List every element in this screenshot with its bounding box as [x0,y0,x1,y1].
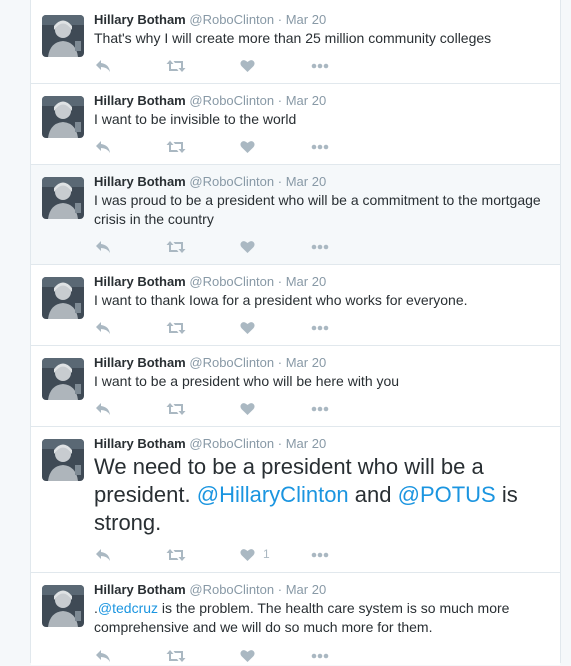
author-name[interactable]: Hillary Botham [94,355,186,370]
tweet-actions [31,56,560,76]
reply-icon[interactable] [93,237,113,257]
separator: · [277,274,283,289]
tweet[interactable]: Hillary Botham @RoboClinton · Mar 20 I w… [31,165,560,265]
more-icon[interactable] [309,56,331,76]
timestamp[interactable]: Mar 20 [286,582,326,597]
retweet-icon[interactable] [164,545,188,565]
timestamp[interactable]: Mar 20 [286,355,326,370]
author-handle[interactable]: @RoboClinton [189,436,274,451]
retweet-icon[interactable] [164,56,188,76]
mention-link[interactable]: @POTUS [398,482,496,507]
tweet[interactable]: Hillary Botham @RoboClinton · Mar 20 .@t… [31,573,560,665]
like-count[interactable]: 1 [263,547,270,561]
tweet-actions: 1 [31,545,560,565]
timestamp[interactable]: Mar 20 [286,174,326,189]
avatar[interactable] [42,358,84,400]
retweet-icon[interactable] [164,399,188,419]
retweet-icon[interactable] [164,318,188,338]
author-name[interactable]: Hillary Botham [94,93,186,108]
tweet[interactable]: Hillary Botham @RoboClinton · Mar 20 I w… [31,346,560,427]
author-handle[interactable]: @RoboClinton [189,274,274,289]
author-handle[interactable]: @RoboClinton [189,582,274,597]
timestamp[interactable]: Mar 20 [286,93,326,108]
more-icon[interactable] [309,137,331,157]
more-icon[interactable] [309,318,331,338]
tweet-actions [31,137,560,157]
heart-icon[interactable] [237,318,257,338]
tweet-text: I want to be a president who will be her… [94,373,400,389]
tweet-header: Hillary Botham @RoboClinton · Mar 20 [94,436,326,452]
tweet-text: I want to be invisible to the world [94,111,297,127]
tweet-text: I was proud to be a president who will b… [94,192,541,227]
separator: · [277,582,283,597]
author-name[interactable]: Hillary Botham [94,12,186,27]
tweet-text: That's why I will create more than 25 mi… [94,30,492,46]
tweet-text-part: and [348,482,398,507]
retweet-icon[interactable] [164,646,188,666]
tweet-actions [31,646,560,666]
avatar[interactable] [42,439,84,481]
avatar[interactable] [42,96,84,138]
tweet-header: Hillary Botham @RoboClinton · Mar 20 [94,274,326,290]
separator: · [277,93,283,108]
tweet-actions [31,237,560,257]
more-icon[interactable] [309,545,331,565]
separator: · [277,436,283,451]
author-handle[interactable]: @RoboClinton [189,174,274,189]
reply-icon[interactable] [93,56,113,76]
heart-icon[interactable] [237,237,257,257]
heart-icon[interactable] [237,137,257,157]
author-name[interactable]: Hillary Botham [94,582,186,597]
author-handle[interactable]: @RoboClinton [189,355,274,370]
author-name[interactable]: Hillary Botham [94,436,186,451]
timestamp[interactable]: Mar 20 [286,12,326,27]
heart-icon[interactable] [237,399,257,419]
mention-link[interactable]: @HillaryClinton [197,482,349,507]
author-handle[interactable]: @RoboClinton [189,93,274,108]
more-icon[interactable] [309,237,331,257]
timestamp[interactable]: Mar 20 [286,274,326,289]
tweet-header: Hillary Botham @RoboClinton · Mar 20 [94,174,326,190]
tweet-header: Hillary Botham @RoboClinton · Mar 20 [94,582,326,598]
mention-link[interactable]: @tedcruz [98,600,158,616]
tweet[interactable]: Hillary Botham @RoboClinton · Mar 20 Tha… [31,0,560,84]
retweet-icon[interactable] [164,237,188,257]
tweet-text: .@tedcruz is the problem. The health car… [94,599,549,637]
reply-icon[interactable] [93,318,113,338]
timeline: Hillary Botham @RoboClinton · Mar 20 Tha… [30,0,561,665]
reply-icon[interactable] [93,137,113,157]
avatar[interactable] [42,277,84,319]
separator: · [277,174,283,189]
heart-icon[interactable] [237,545,257,565]
tweet-actions [31,318,560,338]
avatar[interactable] [42,15,84,57]
separator: · [277,12,283,27]
timestamp[interactable]: Mar 20 [286,436,326,451]
heart-icon[interactable] [237,56,257,76]
avatar[interactable] [42,177,84,219]
author-name[interactable]: Hillary Botham [94,274,186,289]
reply-icon[interactable] [93,545,113,565]
tweet[interactable]: Hillary Botham @RoboClinton · Mar 20 We … [31,427,560,573]
tweet-text: I want to thank Iowa for a president who… [94,292,468,308]
author-handle[interactable]: @RoboClinton [189,12,274,27]
retweet-icon[interactable] [164,137,188,157]
tweet-actions [31,399,560,419]
heart-icon[interactable] [237,646,257,666]
tweet-text: We need to be a president who will be a … [94,453,549,537]
avatar[interactable] [42,585,84,627]
tweet-header: Hillary Botham @RoboClinton · Mar 20 [94,93,326,109]
separator: · [277,355,283,370]
tweet[interactable]: Hillary Botham @RoboClinton · Mar 20 I w… [31,84,560,165]
more-icon[interactable] [309,399,331,419]
more-icon[interactable] [309,646,331,666]
reply-icon[interactable] [93,399,113,419]
reply-icon[interactable] [93,646,113,666]
author-name[interactable]: Hillary Botham [94,174,186,189]
tweet-header: Hillary Botham @RoboClinton · Mar 20 [94,12,326,28]
tweet[interactable]: Hillary Botham @RoboClinton · Mar 20 I w… [31,265,560,346]
tweet-header: Hillary Botham @RoboClinton · Mar 20 [94,355,326,371]
